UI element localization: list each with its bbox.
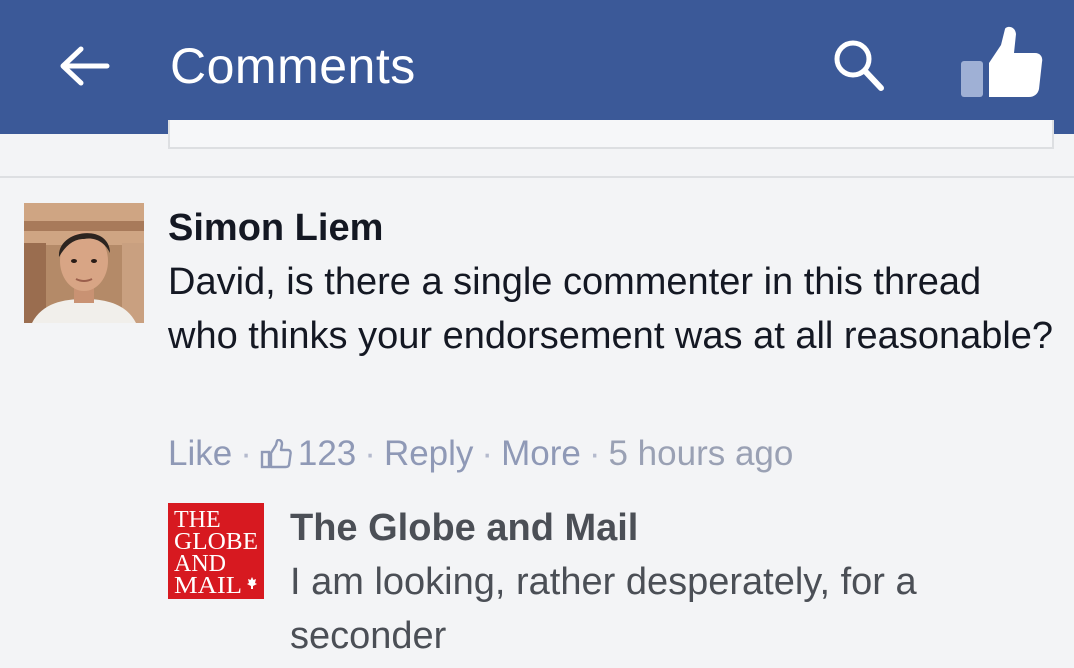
thumbs-up-icon: [961, 26, 1043, 98]
reply-text: I am looking, rather desperately, for a …: [290, 561, 917, 657]
search-button[interactable]: [826, 32, 892, 98]
comment-author[interactable]: Simon Liem: [168, 205, 383, 251]
avatar-photo: [24, 203, 144, 323]
comment-text: David, is there a single commenter in th…: [168, 261, 1054, 357]
comment-composer[interactable]: [168, 120, 1054, 149]
comment-actions: Like · 123 · Reply · More · 5 hours ago: [168, 430, 793, 478]
separator: ·: [364, 434, 376, 473]
top-app-bar: Comments: [0, 0, 1074, 134]
back-button[interactable]: [52, 34, 116, 98]
separator: ·: [588, 434, 601, 473]
reply-link[interactable]: Reply: [384, 430, 473, 478]
like-link[interactable]: Like: [168, 430, 232, 478]
page-title: Comments: [170, 38, 416, 94]
comment-timestamp[interactable]: 5 hours ago: [608, 430, 793, 478]
globe-and-mail-logo[interactable]: THE GLOBE AND MAIL: [168, 503, 264, 599]
avatar[interactable]: [24, 203, 144, 323]
like-page-button[interactable]: [950, 22, 1050, 102]
thumbs-up-outline-icon: [260, 439, 292, 469]
arrow-left-icon: [60, 46, 110, 86]
divider: [0, 176, 1074, 178]
maple-leaf-icon: [247, 577, 257, 589]
separator: ·: [481, 434, 494, 473]
separator: ·: [240, 434, 252, 473]
more-link[interactable]: More: [501, 430, 581, 478]
search-icon: [834, 40, 884, 91]
like-count-value: 123: [297, 434, 357, 473]
like-count[interactable]: 123: [260, 430, 356, 478]
logo-line-mail: MAIL: [174, 573, 242, 599]
reply-author[interactable]: The Globe and Mail: [290, 505, 638, 551]
